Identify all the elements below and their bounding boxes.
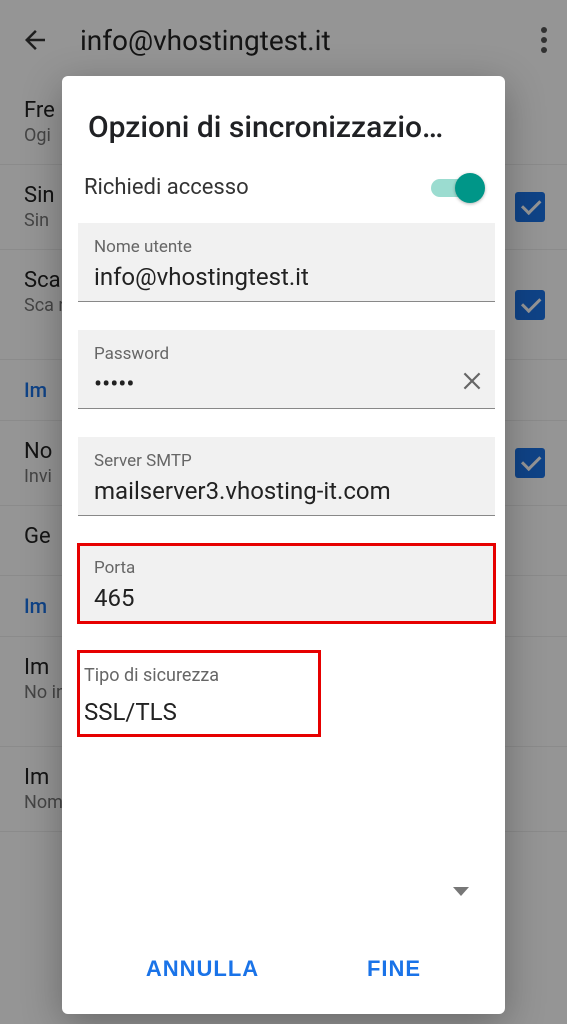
dropdown-caret-icon[interactable] <box>453 887 469 896</box>
password-input[interactable] <box>94 370 479 398</box>
port-label: Porta <box>94 558 479 578</box>
password-field[interactable]: Password <box>78 330 495 409</box>
port-field[interactable]: Porta <box>78 544 495 623</box>
smtp-server-field[interactable]: Server SMTP <box>78 437 495 516</box>
dialog-actions: ANNULLA FINE <box>62 930 505 1014</box>
password-label: Password <box>94 344 479 364</box>
dialog-body: Richiedi accesso Nome utente Password Se… <box>62 165 505 930</box>
security-type-label: Tipo di sicurezza <box>84 665 304 686</box>
require-login-row[interactable]: Richiedi accesso <box>78 165 495 223</box>
done-button[interactable]: FINE <box>347 948 441 990</box>
security-type-field[interactable]: Tipo di sicurezza SSL/TLS <box>78 651 320 736</box>
dialog-title: Opzioni di sincronizzazio… <box>62 102 505 165</box>
clear-password-icon[interactable] <box>457 366 487 396</box>
smtp-server-label: Server SMTP <box>94 451 479 471</box>
username-field[interactable]: Nome utente <box>78 223 495 302</box>
security-type-value: SSL/TLS <box>84 698 304 726</box>
require-login-label: Richiedi accesso <box>84 175 249 200</box>
smtp-server-input[interactable] <box>94 477 479 505</box>
require-login-switch[interactable] <box>431 173 483 201</box>
port-input[interactable] <box>94 584 479 612</box>
username-label: Nome utente <box>94 237 479 257</box>
sync-options-dialog: Opzioni di sincronizzazio… Richiedi acce… <box>62 76 505 1014</box>
username-input[interactable] <box>94 263 479 291</box>
cancel-button[interactable]: ANNULLA <box>126 948 279 990</box>
